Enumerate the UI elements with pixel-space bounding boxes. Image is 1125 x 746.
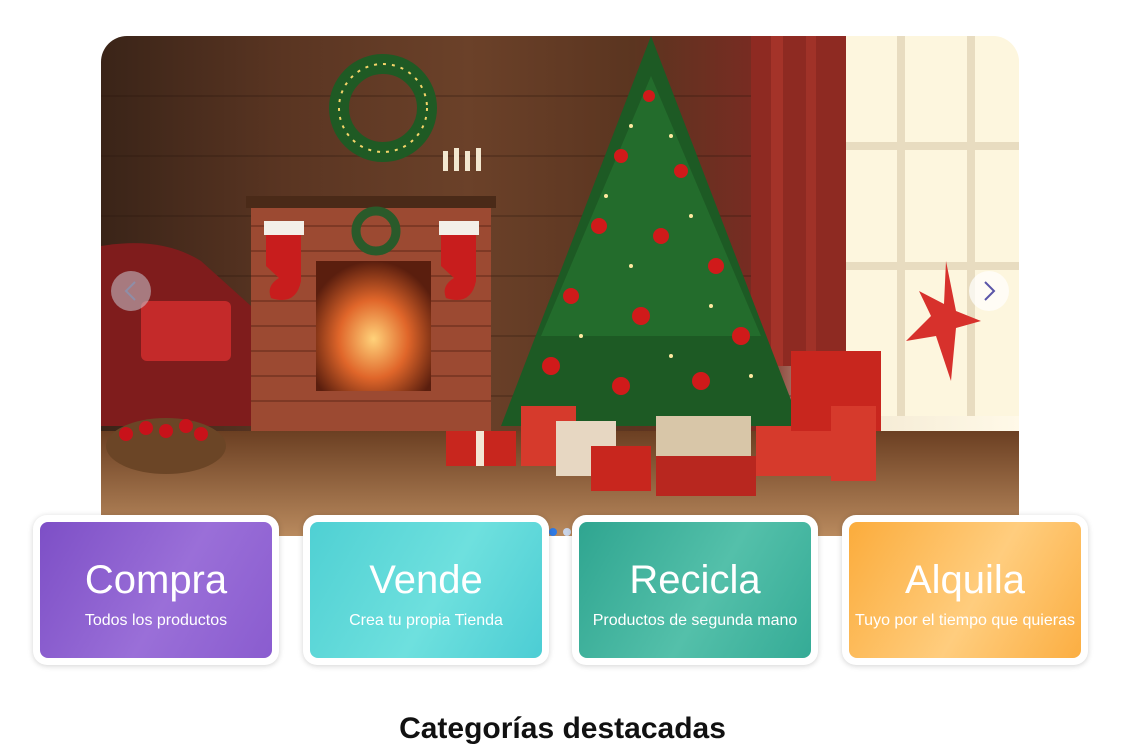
card-subtitle: Crea tu propia Tienda <box>349 612 503 629</box>
carousel-dot[interactable] <box>563 528 571 536</box>
vende-button[interactable]: Vende Crea tu propia Tienda <box>310 522 542 658</box>
recicla-button[interactable]: Recicla Productos de segunda mano <box>579 522 811 658</box>
card-recicla: Recicla Productos de segunda mano <box>572 515 818 665</box>
card-subtitle: Productos de segunda mano <box>592 612 798 629</box>
chevron-right-icon <box>984 281 996 301</box>
card-compra: Compra Todos los productos <box>33 515 279 665</box>
card-title: Compra <box>84 558 228 602</box>
card-vende: Vende Crea tu propia Tienda <box>303 515 549 665</box>
carousel-dot[interactable] <box>549 528 557 536</box>
christmas-scene-illustration <box>101 36 1019 536</box>
carousel-prev-button[interactable] <box>111 271 151 311</box>
card-title: Recicla <box>629 558 761 602</box>
card-title: Vende <box>369 558 483 602</box>
carousel-next-button[interactable] <box>969 271 1009 311</box>
card-subtitle: Tuyo por el tiempo que quieras <box>855 612 1075 629</box>
card-title: Alquila <box>904 558 1026 602</box>
compra-button[interactable]: Compra Todos los productos <box>40 522 272 658</box>
alquila-button[interactable]: Alquila Tuyo por el tiempo que quieras <box>849 522 1081 658</box>
chevron-left-icon <box>124 281 136 301</box>
hero-banner-image <box>101 36 1019 536</box>
card-alquila: Alquila Tuyo por el tiempo que quieras <box>842 515 1088 665</box>
section-title: Categorías destacadas <box>399 712 726 745</box>
card-subtitle: Todos los productos <box>84 612 228 629</box>
